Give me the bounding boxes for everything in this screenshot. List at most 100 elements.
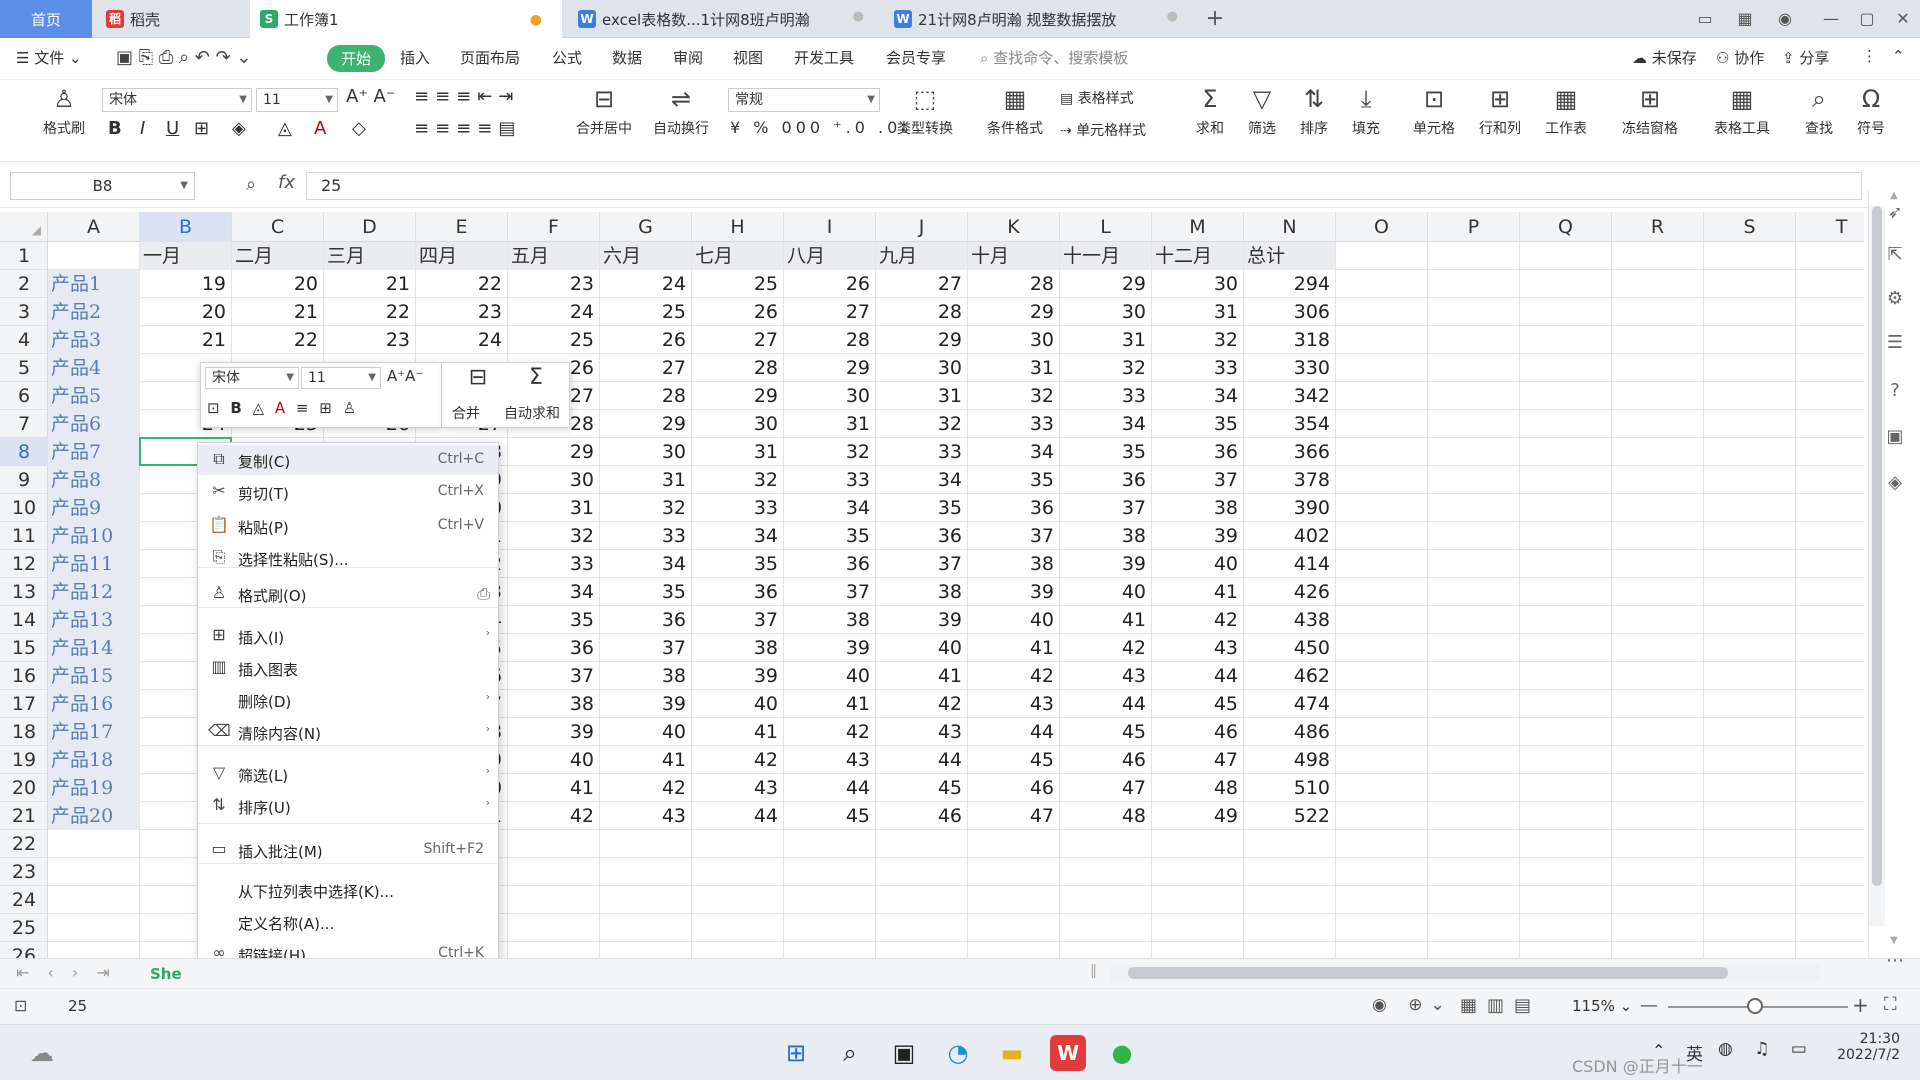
value-cell[interactable]: 20	[232, 270, 323, 298]
product-label-cell[interactable]: 产品3	[48, 326, 139, 354]
product-label-cell[interactable]: 产品16	[48, 690, 139, 718]
value-cell[interactable]: 43	[1060, 662, 1151, 690]
value-cell[interactable]: 42	[600, 774, 691, 802]
month-header-cell[interactable]: 一月	[140, 242, 231, 270]
column-header-Q[interactable]: Q	[1520, 212, 1612, 242]
product-label-cell[interactable]: 产品17	[48, 718, 139, 746]
settings-sliders-icon[interactable]: ⚙	[1883, 288, 1907, 309]
find-button[interactable]: ⌕ 查找	[1796, 84, 1842, 138]
italic-icon[interactable]: I	[140, 118, 145, 139]
value-cell[interactable]: 39	[784, 634, 875, 662]
value-cell[interactable]: 31	[968, 354, 1059, 382]
value-cell[interactable]: 37	[1152, 466, 1243, 494]
row-header-19[interactable]: 19	[0, 746, 48, 774]
row-header-4[interactable]: 4	[0, 326, 48, 354]
value-cell[interactable]: 40	[784, 662, 875, 690]
value-cell[interactable]: 438	[1244, 606, 1335, 634]
month-header-cell[interactable]: 三月	[324, 242, 415, 270]
menu-view[interactable]: 视图	[733, 47, 763, 68]
value-cell[interactable]: 44	[968, 718, 1059, 746]
column-header-H[interactable]: H	[692, 212, 784, 242]
value-cell[interactable]: 36	[968, 494, 1059, 522]
menu-page-layout[interactable]: 页面布局	[460, 47, 520, 68]
month-header-cell[interactable]: 十月	[968, 242, 1059, 270]
month-header-cell[interactable]: 十一月	[1060, 242, 1151, 270]
value-cell[interactable]: 34	[876, 466, 967, 494]
row-header-21[interactable]: 21	[0, 802, 48, 830]
value-cell[interactable]: 46	[876, 802, 967, 830]
value-cell[interactable]: 30	[968, 326, 1059, 354]
context-menu-item[interactable]: 📋 粘贴(P) Ctrl+V	[198, 511, 498, 541]
number-format-select[interactable]: 常规 ▼	[728, 88, 880, 112]
value-cell[interactable]: 25	[692, 270, 783, 298]
value-cell[interactable]: 37	[968, 522, 1059, 550]
horizontal-align-icons[interactable]: ≡≡≡≡▤	[414, 118, 521, 139]
value-cell[interactable]: 42	[1060, 634, 1151, 662]
tab-doc1-close-icon[interactable]: ●	[853, 9, 864, 24]
value-cell[interactable]: 34	[1152, 382, 1243, 410]
column-header-C[interactable]: C	[232, 212, 324, 242]
mini-font-select[interactable]: 宋体 ▼	[205, 367, 299, 389]
freeze-panes-button[interactable]: ⊞ 冻结窗格	[1612, 84, 1688, 138]
product-label-cell[interactable]: 产品7	[48, 438, 139, 466]
row-header-20[interactable]: 20	[0, 774, 48, 802]
mini-format-icons[interactable]: ⊡ B ◬ A ≡ ⊞ ♙	[207, 399, 359, 417]
select-all-corner[interactable]: ◢	[0, 212, 48, 242]
context-menu-item[interactable]: 删除(D) ›	[198, 685, 498, 715]
fill-button[interactable]: ⤓ 填充	[1344, 84, 1388, 138]
value-cell[interactable]: 474	[1244, 690, 1335, 718]
value-cell[interactable]: 32	[600, 494, 691, 522]
menu-data[interactable]: 数据	[612, 47, 642, 68]
value-cell[interactable]: 34	[600, 550, 691, 578]
value-cell[interactable]: 31	[1152, 298, 1243, 326]
row-header-2[interactable]: 2	[0, 270, 48, 298]
product-label-cell[interactable]: 产品9	[48, 494, 139, 522]
value-cell[interactable]: 28	[876, 298, 967, 326]
mini-autosum-label[interactable]: 自动求和	[504, 403, 560, 423]
value-cell[interactable]: 402	[1244, 522, 1335, 550]
value-cell[interactable]: 38	[692, 634, 783, 662]
menu-file[interactable]: ☰ 文件 ⌄	[16, 47, 82, 68]
tray-network-volume-icons[interactable]: ◍ ♫ ▭	[1718, 1039, 1815, 1059]
value-cell[interactable]: 32	[508, 522, 599, 550]
context-menu-item[interactable]: 从下拉列表中选择(K)...	[198, 875, 498, 905]
value-cell[interactable]: 22	[416, 270, 507, 298]
filter-button[interactable]: ▽ 筛选	[1240, 84, 1284, 138]
row-header-23[interactable]: 23	[0, 858, 48, 886]
value-cell[interactable]: 37	[784, 578, 875, 606]
value-cell[interactable]: 34	[508, 578, 599, 606]
row-header-9[interactable]: 9	[0, 466, 48, 494]
zoom-out-icon[interactable]: —	[1640, 995, 1658, 1016]
value-cell[interactable]: 21	[140, 326, 231, 354]
mini-merge-icon[interactable]: ⊟	[456, 365, 500, 390]
value-cell[interactable]: 37	[508, 662, 599, 690]
value-cell[interactable]: 32	[968, 382, 1059, 410]
context-menu-item[interactable]: ▥ 插入图表	[198, 653, 498, 683]
value-cell[interactable]: 29	[508, 438, 599, 466]
value-cell[interactable]: 40	[968, 606, 1059, 634]
value-cell[interactable]: 23	[508, 270, 599, 298]
value-cell[interactable]: 33	[692, 494, 783, 522]
row-col-button[interactable]: ⊞ 行和列	[1470, 84, 1530, 138]
value-cell[interactable]: 30	[508, 466, 599, 494]
context-menu-item[interactable]: ⊞ 插入(I) ›	[198, 621, 498, 651]
value-cell[interactable]: 35	[1060, 438, 1151, 466]
font-family-select[interactable]: 宋体 ▼	[102, 88, 252, 112]
row-header-3[interactable]: 3	[0, 298, 48, 326]
value-cell[interactable]: 42	[784, 718, 875, 746]
mini-merge-label[interactable]: 合并	[452, 403, 480, 423]
value-cell[interactable]: 49	[1152, 802, 1243, 830]
value-cell[interactable]: 39	[876, 606, 967, 634]
value-cell[interactable]: 41	[508, 774, 599, 802]
close-button[interactable]: ✕	[1888, 4, 1918, 34]
pointer-icon[interactable]: ⇱	[1883, 244, 1907, 265]
value-cell[interactable]: 41	[1152, 578, 1243, 606]
value-cell[interactable]: 41	[876, 662, 967, 690]
menu-formula[interactable]: 公式	[552, 47, 582, 68]
month-header-cell[interactable]: 七月	[692, 242, 783, 270]
value-cell[interactable]: 37	[1060, 494, 1151, 522]
month-header-cell[interactable]: 五月	[508, 242, 599, 270]
collapse-ribbon-icon[interactable]: ⌃	[1892, 47, 1905, 65]
value-cell[interactable]: 31	[600, 466, 691, 494]
value-cell[interactable]: 27	[692, 326, 783, 354]
